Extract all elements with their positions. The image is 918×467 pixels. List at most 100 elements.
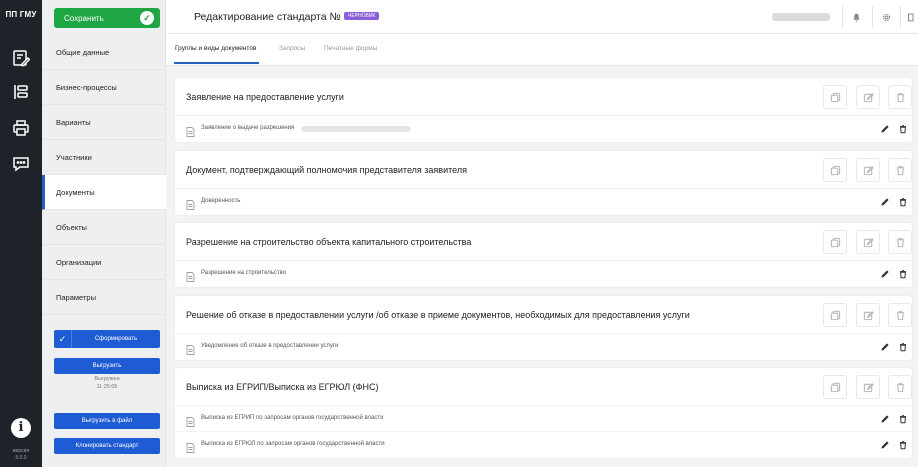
- version-info: версия 5.0.0: [2, 448, 40, 462]
- document-row: Разрешение на строительство: [175, 261, 912, 287]
- save-button[interactable]: Сохранить ✓: [54, 8, 160, 28]
- trash-icon: [898, 414, 908, 424]
- divider: [900, 6, 901, 28]
- nav-item-label: Участники: [56, 152, 92, 162]
- document-group: Разрешение на строительство объекта капи…: [175, 223, 912, 287]
- delete-group-button[interactable]: [888, 85, 912, 109]
- document-name: Выписка из ЕГРЮЛ по запросам органов гос…: [201, 441, 385, 447]
- delete-group-button[interactable]: [888, 303, 912, 327]
- edit-icon: [863, 92, 874, 103]
- divider: [842, 6, 843, 28]
- nav-item-label: Общие данные: [56, 47, 110, 57]
- group-header: Разрешение на строительство объекта капи…: [175, 223, 912, 261]
- document-row: Заявление о выдаче разрешения: [175, 116, 912, 142]
- edit-icon: [863, 382, 874, 393]
- edit-icon: [863, 310, 874, 321]
- gear-icon[interactable]: [879, 10, 893, 24]
- edit-group-button[interactable]: [856, 303, 880, 327]
- nav-item-label: Бизнес-процессы: [56, 82, 117, 92]
- nav-item-documents[interactable]: Документы: [42, 175, 166, 210]
- nav-item-participants[interactable]: Участники: [42, 140, 166, 175]
- edit-document-button[interactable]: [878, 412, 891, 425]
- document-name: Выписка из ЕГРИП по запросам органов гос…: [201, 415, 384, 421]
- edit-group-button[interactable]: [856, 158, 880, 182]
- delete-group-button[interactable]: [888, 158, 912, 182]
- edit-icon: [863, 165, 874, 176]
- tab-requests[interactable]: Запросы: [279, 45, 305, 52]
- list-icon[interactable]: [9, 80, 33, 104]
- document-row: Уведомление об отказе в предоставлении у…: [175, 334, 912, 360]
- clone-standard-button[interactable]: Клонировать стандарт: [54, 438, 160, 454]
- copy-group-button[interactable]: [823, 85, 847, 109]
- nav-item-objects[interactable]: Объекты: [42, 210, 166, 245]
- document-name: Заявление о выдаче разрешения: [201, 125, 295, 131]
- tabs-bar: Группы и виды документов Запросы Печатны…: [166, 34, 918, 66]
- icon-rail: ПП ГМУ i версия 5.0.0: [0, 0, 42, 467]
- tab-print-forms[interactable]: Печатные формы: [324, 45, 377, 52]
- upload-button-label: Выгрузить: [92, 363, 122, 369]
- copy-icon: [830, 382, 841, 393]
- document-icon: [186, 414, 195, 427]
- edit-document-button[interactable]: [878, 267, 891, 280]
- upload-meta-label: Выгружен: [94, 376, 120, 382]
- printer-icon[interactable]: [9, 116, 33, 140]
- group-title: Заявление на предоставление услуги: [186, 92, 344, 102]
- info-icon[interactable]: i: [11, 418, 31, 438]
- edit-group-button[interactable]: [856, 230, 880, 254]
- nav-item-label: Документы: [56, 187, 95, 197]
- document-group: Заявление на предоставление услуги Заявле…: [175, 78, 912, 142]
- delete-document-button[interactable]: [896, 122, 909, 135]
- edit-document-button[interactable]: [878, 438, 891, 451]
- document-name: Уведомление об отказе в предоставлении у…: [201, 343, 339, 349]
- delete-document-button[interactable]: [896, 412, 909, 425]
- copy-group-button[interactable]: [823, 158, 847, 182]
- nav-item-organizations[interactable]: Организации: [42, 245, 166, 280]
- delete-document-button[interactable]: [896, 340, 909, 353]
- nav-item-variants[interactable]: Варианты: [42, 105, 166, 140]
- export-file-button[interactable]: Выгрузить в файл: [54, 413, 160, 429]
- delete-document-button[interactable]: [896, 195, 909, 208]
- edit-document-button[interactable]: [878, 122, 891, 135]
- document-group: Документ, подтверждающий полномочия пред…: [175, 151, 912, 215]
- trash-icon: [898, 124, 908, 134]
- bell-icon[interactable]: [849, 10, 863, 24]
- document-icon: [186, 197, 195, 210]
- trash-icon: [895, 382, 906, 393]
- app-root: ПП ГМУ i версия 5.0.0 Сохранить ✓ Общие …: [0, 0, 918, 467]
- delete-group-button[interactable]: [888, 230, 912, 254]
- nav-item-business-processes[interactable]: Бизнес-процессы: [42, 70, 166, 105]
- form-button-label: Сформировать: [94, 336, 138, 342]
- document-row: Доверенность: [175, 189, 912, 215]
- clone-standard-button-label: Клонировать стандарт: [75, 443, 139, 449]
- document-name: Разрешение на строительство: [201, 270, 287, 276]
- copy-group-button[interactable]: [823, 230, 847, 254]
- copy-group-button[interactable]: [823, 303, 847, 327]
- nav-item-parameters[interactable]: Параметры: [42, 280, 166, 315]
- edit-document-button[interactable]: [878, 340, 891, 353]
- redacted-text: [301, 126, 411, 132]
- form-button[interactable]: ✓ Сформировать: [54, 330, 160, 348]
- chat-icon[interactable]: [9, 152, 33, 176]
- edit-document-button[interactable]: [878, 195, 891, 208]
- page-title: Редактирование стандарта №: [194, 11, 341, 23]
- delete-document-button[interactable]: [896, 267, 909, 280]
- upload-button[interactable]: Выгрузить: [54, 358, 160, 374]
- edit-document-icon[interactable]: [9, 46, 33, 70]
- copy-icon: [830, 92, 841, 103]
- document-icon: [186, 269, 195, 282]
- edit-group-button[interactable]: [856, 375, 880, 399]
- logout-icon[interactable]: [904, 10, 918, 24]
- copy-group-button[interactable]: [823, 375, 847, 399]
- user-name-redacted[interactable]: [772, 13, 830, 21]
- copy-icon: [830, 165, 841, 176]
- nav-item-general[interactable]: Общие данные: [42, 35, 166, 70]
- pencil-icon: [880, 269, 890, 279]
- active-tab-indicator: [174, 62, 259, 64]
- left-nav: Сохранить ✓ Общие данные Бизнес-процессы…: [42, 0, 166, 467]
- edit-group-button[interactable]: [856, 85, 880, 109]
- trash-icon: [898, 342, 908, 352]
- trash-icon: [895, 165, 906, 176]
- tab-groups-and-types[interactable]: Группы и виды документов: [175, 45, 256, 52]
- delete-document-button[interactable]: [896, 438, 909, 451]
- delete-group-button[interactable]: [888, 375, 912, 399]
